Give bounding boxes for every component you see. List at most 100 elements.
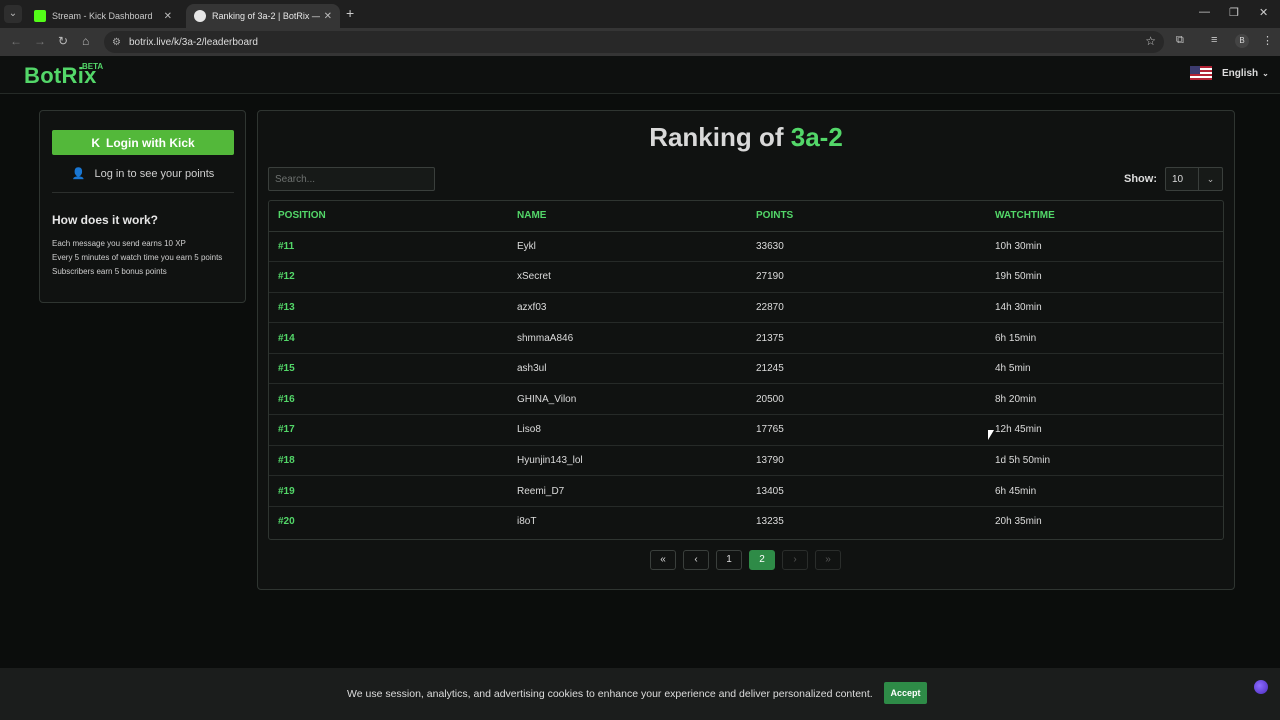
table-row: #14 shmmaA846 21375 6h 15min — [269, 322, 1223, 354]
browser-tab-bar: ⌄ Stream - Kick Dashboard ✕ Ranking of 3… — [0, 0, 1280, 28]
rank-cell: #13 — [269, 292, 508, 324]
watchtime-cell: 14h 30min — [986, 292, 1223, 324]
close-tab-icon[interactable]: ✕ — [324, 11, 332, 22]
points-cell: 21245 — [747, 353, 986, 385]
login-with-kick-button[interactable]: K Login with Kick — [52, 130, 234, 155]
name-cell: Liso8 — [508, 414, 747, 446]
table-row: #15 ash3ul 21245 4h 5min — [269, 353, 1223, 385]
points-cell: 22870 — [747, 292, 986, 324]
site-header: BotRix BETA English ⌄ — [0, 56, 1280, 94]
login-button-label: Login with Kick — [106, 135, 195, 150]
maximize-icon[interactable]: ❐ — [1229, 6, 1239, 19]
rank-cell: #11 — [269, 231, 508, 263]
next-page-button[interactable]: › — [782, 550, 808, 570]
table-header: POSITION NAME POINTS WATCHTIME — [269, 201, 1223, 232]
page-button-2[interactable]: 2 — [749, 550, 775, 570]
browser-toolbar: ← → ↻ ⌂ ⚙ botrix.live/k/3a-2/leaderboard… — [0, 28, 1280, 56]
tab-search-button[interactable]: ⌄ — [4, 5, 22, 23]
table-row: #11 Eykl 33630 10h 30min — [269, 231, 1223, 263]
first-page-button[interactable]: « — [650, 550, 676, 570]
close-tab-icon[interactable]: ✕ — [164, 11, 172, 22]
search-input[interactable] — [268, 167, 435, 191]
points-cell: 33630 — [747, 231, 986, 263]
login-points-link[interactable]: 👤 Log in to see your points — [52, 167, 234, 180]
rule-text: Subscribers earn 5 bonus points — [52, 267, 167, 276]
points-cell: 17765 — [747, 414, 986, 446]
watchtime-cell: 6h 15min — [986, 322, 1223, 354]
rank-cell: #16 — [269, 383, 508, 416]
rank-cell: #20 — [278, 516, 295, 528]
site-info-icon[interactable]: ⚙ — [112, 37, 121, 48]
table-row: #20 i8oT 13235 20h 35min — [269, 506, 1223, 537]
leaderboard-table: POSITION NAME POINTS WATCHTIME #11 Eykl 33… — [268, 200, 1224, 540]
watchtime-cell: 1d 5h 50min — [986, 445, 1223, 477]
rank-cell: #18 — [269, 445, 508, 477]
column-header-points[interactable]: POINTS — [747, 201, 986, 232]
column-header-watchtime[interactable]: WATCHTIME — [986, 201, 1223, 232]
watchtime-cell: 4h 5min — [986, 353, 1223, 385]
show-label: Show: — [1124, 173, 1157, 185]
leaderboard-panel: Ranking of 3a-2 Show: 10 ⌄ POSITION NAME… — [257, 110, 1235, 590]
menu-icon[interactable]: ⋮ — [1262, 34, 1273, 47]
browser-tab-ranking[interactable]: Ranking of 3a-2 | BotRix — Cl… ✕ — [186, 4, 340, 28]
close-window-icon[interactable]: ✕ — [1259, 6, 1268, 19]
tab-title: Stream - Kick Dashboard — [52, 11, 153, 21]
bookmark-star-icon[interactable]: ☆ — [1145, 34, 1156, 48]
new-tab-icon[interactable]: + — [346, 5, 354, 21]
table-row: #16 GHINA_Vilon 20500 8h 20min — [269, 383, 1223, 416]
extensions-icon[interactable]: ⧉ — [1176, 34, 1184, 47]
points-cell: 13235 — [756, 516, 784, 528]
back-icon[interactable]: ← — [10, 34, 22, 48]
rule-text: Each message you send earns 10 XP — [52, 239, 186, 248]
rank-cell: #12 — [269, 261, 508, 293]
table-row: #17 Liso8 17765 12h 45min — [269, 414, 1223, 446]
address-bar[interactable]: ⚙ botrix.live/k/3a-2/leaderboard ☆ — [104, 31, 1164, 53]
language-label: English — [1222, 67, 1259, 79]
last-page-button[interactable]: » — [815, 550, 841, 570]
cookie-banner: We use session, analytics, and advertisi… — [0, 668, 1280, 720]
accept-cookies-button[interactable]: Accept — [884, 682, 927, 704]
assistant-icon[interactable] — [1254, 680, 1268, 694]
login-points-label: Log in to see your points — [94, 168, 215, 180]
kick-logo-icon: K — [91, 135, 100, 150]
points-cell: 13405 — [747, 475, 986, 507]
how-it-works-title: How does it work? — [52, 213, 159, 227]
points-cell: 13790 — [747, 445, 986, 477]
rank-cell: #15 — [269, 353, 508, 385]
table-row: #19 Reemi_D7 13405 6h 45min — [269, 475, 1223, 507]
home-icon[interactable]: ⌂ — [82, 34, 89, 48]
divider — [52, 192, 234, 193]
language-selector[interactable]: English ⌄ — [1190, 66, 1269, 80]
beta-badge: BETA — [82, 62, 104, 71]
watchtime-cell: 19h 50min — [986, 261, 1223, 293]
cookie-text: We use session, analytics, and advertisi… — [347, 688, 873, 700]
column-header-position[interactable]: POSITION — [269, 201, 508, 232]
minimize-icon[interactable]: — — [1199, 6, 1210, 18]
points-cell: 27190 — [747, 261, 986, 293]
name-cell: azxf03 — [508, 292, 747, 324]
watchtime-cell: 6h 45min — [986, 475, 1223, 507]
reload-icon[interactable]: ↻ — [58, 34, 68, 48]
profile-avatar[interactable]: B — [1235, 34, 1249, 48]
mouse-cursor — [988, 430, 994, 440]
rank-cell: #17 — [269, 414, 508, 446]
channel-name: 3a-2 — [790, 122, 843, 152]
points-cell: 21375 — [747, 322, 986, 354]
sidebar-card: K Login with Kick 👤 Log in to see your p… — [39, 110, 246, 303]
column-header-name[interactable]: NAME — [508, 201, 747, 232]
table-row: #12 xSecret 27190 19h 50min — [269, 261, 1223, 293]
page-title: Ranking of 3a-2 — [258, 122, 1234, 153]
forward-icon[interactable]: → — [34, 34, 46, 48]
botrix-favicon-icon — [194, 10, 206, 22]
title-prefix: Ranking of — [649, 122, 784, 152]
page-size-select[interactable]: 10 ⌄ — [1165, 167, 1223, 191]
prev-page-button[interactable]: ‹ — [683, 550, 709, 570]
points-cell: 20500 — [747, 383, 986, 416]
page-button-1[interactable]: 1 — [716, 550, 742, 570]
us-flag-icon — [1190, 66, 1212, 80]
page-size-value: 10 — [1172, 174, 1184, 185]
browser-tab-kick-dashboard[interactable]: Stream - Kick Dashboard ✕ — [26, 4, 180, 28]
media-icon[interactable]: ≡ — [1211, 34, 1217, 46]
rank-cell: #19 — [269, 475, 508, 507]
name-cell: xSecret — [508, 261, 747, 293]
